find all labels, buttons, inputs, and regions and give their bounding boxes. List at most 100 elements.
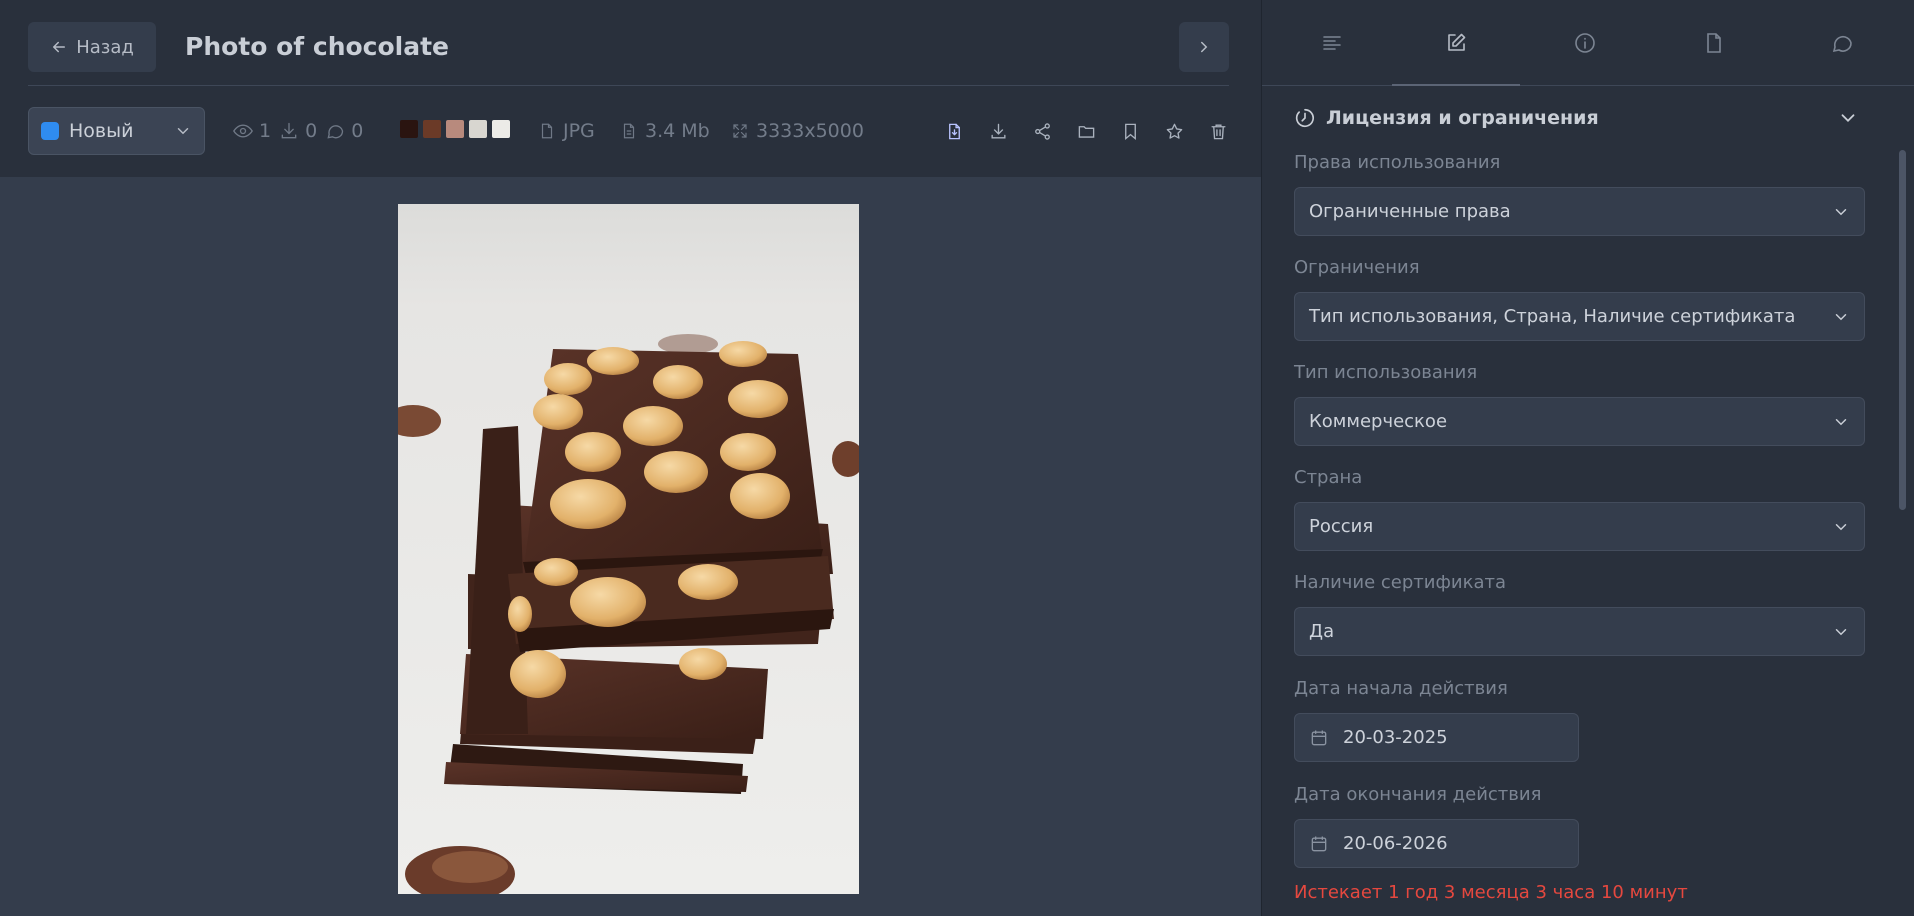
usage-type-value: Коммерческое <box>1309 411 1448 432</box>
tab-edit[interactable] <box>1439 26 1473 60</box>
file-download-icon <box>948 123 960 139</box>
comment-icon <box>1832 35 1852 53</box>
sidebar-scrollbar[interactable] <box>1899 150 1906 510</box>
back-button[interactable]: Назад <box>28 22 156 72</box>
section-title: Лицензия и ограничения <box>1326 107 1599 129</box>
header-divider <box>28 85 1229 86</box>
file-size: 3.4 Mb <box>620 107 710 155</box>
favorite-button[interactable] <box>1163 120 1185 142</box>
downloads-stat: 0 <box>279 120 317 142</box>
start-date-value: 20-03-2025 <box>1343 727 1448 748</box>
asset-stats: 1 0 0 <box>233 107 363 155</box>
share-button[interactable] <box>1031 120 1053 142</box>
end-date-label: Дата окончания действия <box>1294 784 1542 805</box>
start-date-input[interactable]: 20-03-2025 <box>1294 713 1579 762</box>
file-dimensions-label: 3333x5000 <box>756 120 864 142</box>
expand-icon <box>733 124 747 138</box>
folder-button[interactable] <box>1075 120 1097 142</box>
bookmark-icon <box>1124 123 1136 140</box>
edit-icon <box>1448 33 1466 51</box>
eye-icon <box>233 124 253 138</box>
chevron-right-icon <box>1201 41 1208 53</box>
chevron-down-icon[interactable] <box>1837 107 1859 129</box>
asset-actions <box>943 107 1229 155</box>
country-select[interactable]: Россия <box>1294 502 1865 551</box>
usage-rights-value: Ограниченные права <box>1309 201 1511 222</box>
tab-description[interactable] <box>1315 26 1349 60</box>
chevron-down-icon <box>177 128 189 135</box>
page-title: Photo of chocolate <box>185 32 450 61</box>
back-button-label: Назад <box>76 36 134 58</box>
tab-file[interactable] <box>1697 26 1731 60</box>
chevron-down-icon <box>1835 418 1847 425</box>
active-tab-indicator <box>1392 84 1520 86</box>
next-button[interactable] <box>1179 22 1229 72</box>
country-value: Россия <box>1309 516 1374 537</box>
expiry-notice: Истекает 1 год 3 месяца 3 часа 10 минут <box>1294 882 1688 903</box>
preview-topbar: Назад Photo of chocolate Новый 1 0 0 JPG… <box>0 0 1261 177</box>
country-label: Страна <box>1294 467 1363 488</box>
file-size-label: 3.4 Mb <box>645 120 710 142</box>
arrow-left-icon <box>53 41 66 53</box>
calendar-icon <box>1311 730 1327 745</box>
comment-icon <box>327 125 344 139</box>
usage-type-label: Тип использования <box>1294 362 1478 383</box>
file-format-label: JPG <box>563 120 595 142</box>
status-select[interactable]: Новый <box>28 107 205 155</box>
star-icon <box>1166 123 1182 139</box>
download-button[interactable] <box>987 120 1009 142</box>
asset-preview-image[interactable] <box>398 204 859 894</box>
delete-button[interactable] <box>1207 120 1229 142</box>
start-date-label: Дата начала действия <box>1294 678 1508 699</box>
replace-file-button[interactable] <box>943 120 965 142</box>
palette-swatch <box>492 120 510 138</box>
file-icon <box>1707 33 1721 53</box>
download-icon <box>281 122 297 139</box>
file-size-icon <box>623 123 635 139</box>
align-left-icon <box>1323 36 1341 50</box>
status-label: Новый <box>69 120 134 142</box>
usage-type-select[interactable]: Коммерческое <box>1294 397 1865 446</box>
palette-swatch <box>469 120 487 138</box>
certificate-select[interactable]: Да <box>1294 607 1865 656</box>
tab-comments[interactable] <box>1825 26 1859 60</box>
end-date-value: 20-06-2026 <box>1343 833 1448 854</box>
palette-swatch <box>423 120 441 138</box>
restrictions-value: Тип использования, Страна, Наличие серти… <box>1309 306 1796 327</box>
chevron-down-icon <box>1835 523 1847 530</box>
preview-panel: Назад Photo of chocolate Новый 1 0 0 JPG… <box>0 0 1261 916</box>
share-icon <box>1034 122 1050 140</box>
chocolate-photo-graphic <box>398 204 859 894</box>
tab-info[interactable] <box>1568 26 1602 60</box>
file-format: JPG <box>538 107 595 155</box>
header-row: Назад Photo of chocolate <box>28 22 1229 72</box>
details-tabs <box>1262 0 1914 86</box>
info-icon <box>1575 33 1595 53</box>
file-icon <box>541 123 553 139</box>
certificate-value: Да <box>1309 621 1335 642</box>
usage-rights-label: Права использования <box>1294 152 1501 173</box>
downloads-count: 0 <box>305 120 318 142</box>
palette-swatch <box>400 120 418 138</box>
comments-count: 0 <box>351 120 364 142</box>
bookmark-button[interactable] <box>1119 120 1141 142</box>
download-icon <box>990 123 1006 139</box>
chevron-down-icon <box>1835 208 1847 215</box>
timer-icon <box>1295 108 1314 128</box>
certificate-label: Наличие сертификата <box>1294 572 1506 593</box>
folder-icon <box>1078 125 1094 138</box>
views-stat: 1 <box>233 120 271 142</box>
restrictions-select[interactable]: Тип использования, Страна, Наличие серти… <box>1294 292 1865 341</box>
color-palette <box>400 120 510 138</box>
asset-toolbar: Новый 1 0 0 JPG 3.4 Mb 3333x5000 <box>28 107 1229 155</box>
status-color-dot <box>41 122 59 140</box>
license-section-header[interactable]: Лицензия и ограничения <box>1294 104 1859 132</box>
comments-stat: 0 <box>325 120 363 142</box>
end-date-input[interactable]: 20-06-2026 <box>1294 819 1579 868</box>
views-count: 1 <box>259 120 272 142</box>
file-dimensions: 3333x5000 <box>731 107 864 155</box>
details-panel: Лицензия и ограничения Права использован… <box>1261 0 1914 916</box>
chevron-down-icon <box>1835 628 1847 635</box>
palette-swatch <box>446 120 464 138</box>
usage-rights-select[interactable]: Ограниченные права <box>1294 187 1865 236</box>
